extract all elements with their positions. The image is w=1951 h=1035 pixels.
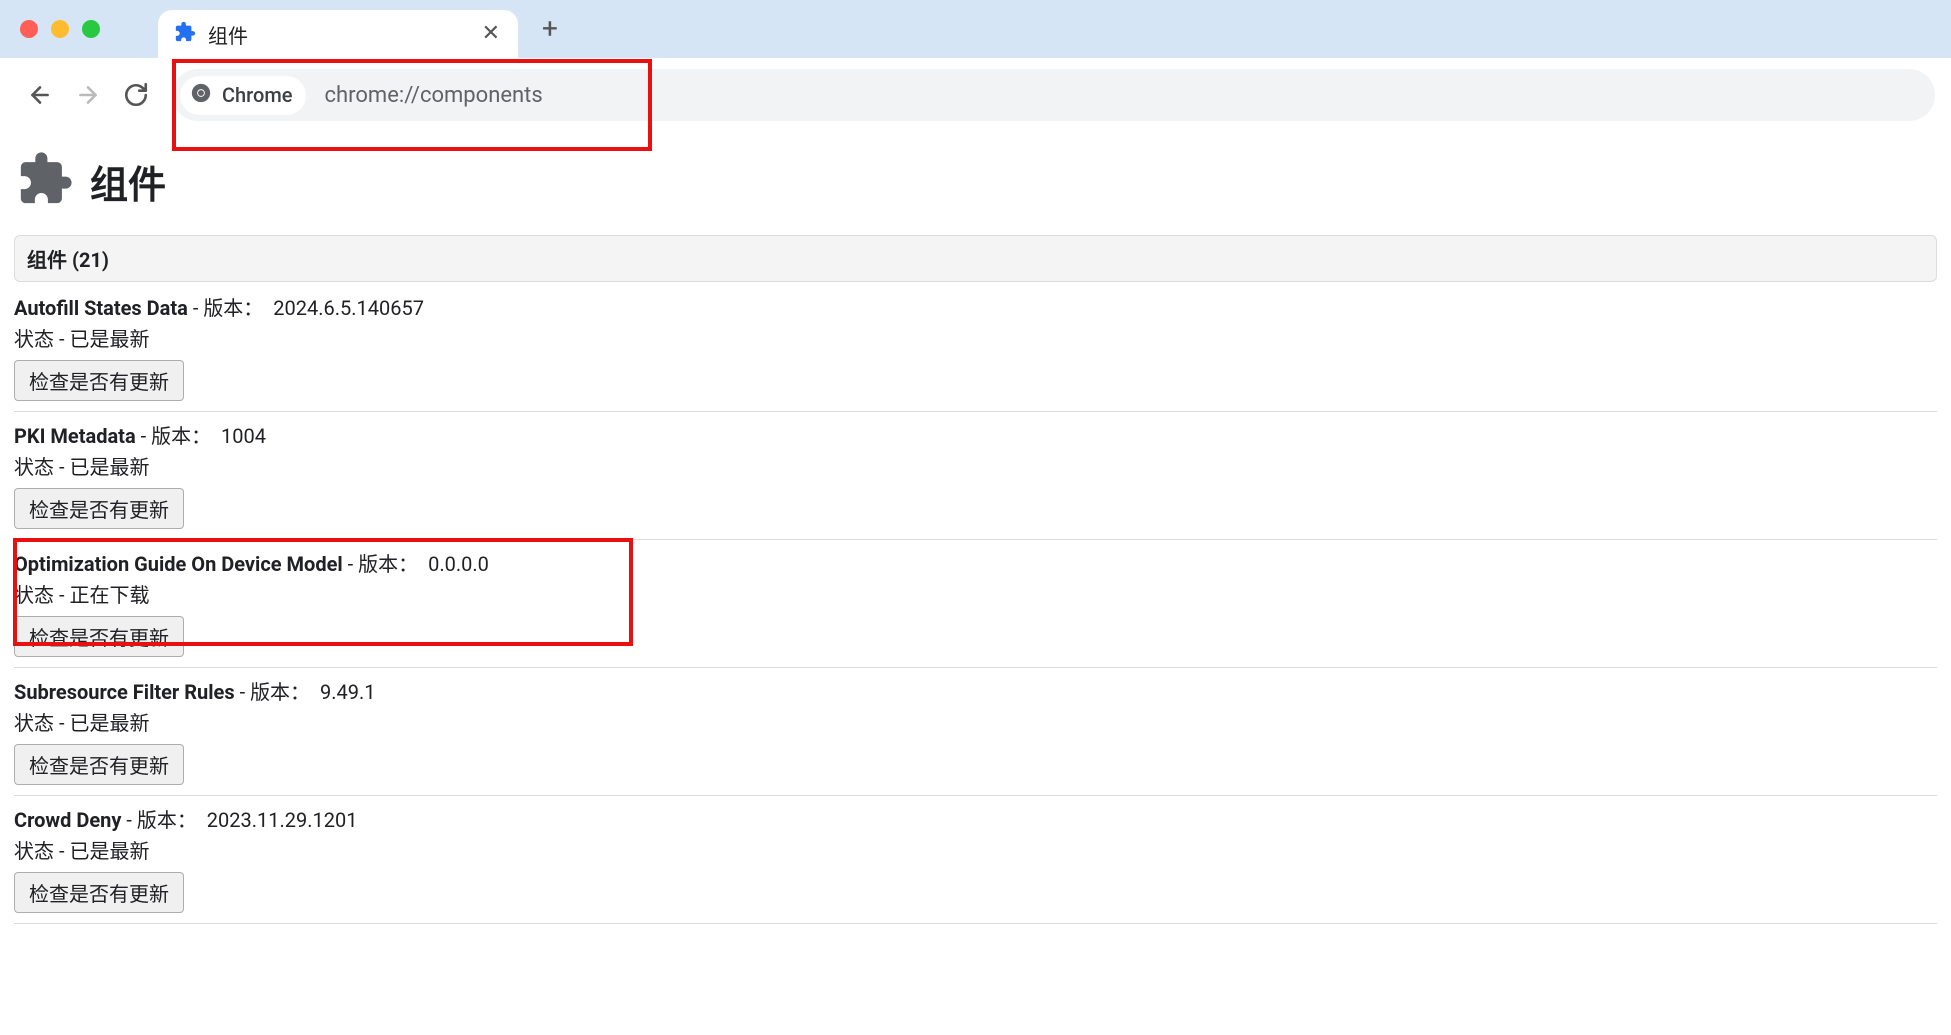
component-status-line: 状态 - 已是最新 <box>14 835 1937 864</box>
close-window-button[interactable] <box>20 20 38 38</box>
component-status: 已是最新 <box>69 455 149 479</box>
status-label: 状态 - <box>14 839 65 863</box>
forward-button[interactable] <box>64 71 112 119</box>
component-name: Autofill States Data <box>14 296 188 320</box>
component-title-line: PKI Metadata - 版本： 1004 <box>14 420 1937 449</box>
component-status: 正在下载 <box>69 583 149 607</box>
minimize-window-button[interactable] <box>51 20 69 38</box>
version-label: 版本： <box>203 296 263 320</box>
chrome-icon <box>190 82 212 109</box>
component-status-line: 状态 - 正在下载 <box>14 579 1937 608</box>
page-content: 组件 组件 (21) Autofill States Data - 版本： 20… <box>0 132 1951 924</box>
status-label: 状态 - <box>14 455 65 479</box>
component-version: 2023.11.29.1201 <box>207 808 358 832</box>
address-wrapper: Chrome chrome://components <box>172 69 1935 121</box>
components-list: 组件 (21) Autofill States Data - 版本： 2024.… <box>0 235 1951 924</box>
component-title-line: Autofill States Data - 版本： 2024.6.5.1406… <box>14 292 1937 321</box>
component-item: Optimization Guide On Device Model - 版本：… <box>14 540 1937 668</box>
toolbar: Chrome chrome://components <box>0 58 1951 132</box>
component-version: 9.49.1 <box>320 680 376 704</box>
component-name: Optimization Guide On Device Model <box>14 552 343 576</box>
status-label: 状态 - <box>14 711 65 735</box>
extension-icon <box>174 21 196 48</box>
component-version: 1004 <box>221 424 266 448</box>
check-update-button[interactable]: 检查是否有更新 <box>14 872 184 913</box>
page-title: 组件 <box>90 154 166 209</box>
component-item: Autofill States Data - 版本： 2024.6.5.1406… <box>14 284 1937 412</box>
new-tab-button[interactable]: + <box>542 15 558 43</box>
page-header: 组件 <box>0 132 1951 235</box>
component-status: 已是最新 <box>69 839 149 863</box>
component-status-line: 状态 - 已是最新 <box>14 451 1937 480</box>
component-name: Subresource Filter Rules <box>14 680 235 704</box>
check-update-button[interactable]: 检查是否有更新 <box>14 744 184 785</box>
component-status: 已是最新 <box>69 711 149 735</box>
status-label: 状态 - <box>14 327 65 351</box>
close-tab-button[interactable]: ✕ <box>482 23 500 45</box>
component-title-line: Subresource Filter Rules - 版本： 9.49.1 <box>14 676 1937 705</box>
list-header: 组件 (21) <box>14 235 1937 282</box>
component-title-line: Optimization Guide On Device Model - 版本：… <box>14 548 1937 577</box>
back-button[interactable] <box>16 71 64 119</box>
browser-tab[interactable]: 组件 ✕ <box>158 10 518 58</box>
component-item: PKI Metadata - 版本： 1004状态 - 已是最新检查是否有更新 <box>14 412 1937 540</box>
version-label: 版本： <box>137 808 197 832</box>
url-text: chrome://components <box>324 83 542 108</box>
tab-strip: 组件 ✕ + <box>0 0 1951 58</box>
component-status-line: 状态 - 已是最新 <box>14 323 1937 352</box>
version-label: 版本： <box>250 680 310 704</box>
component-name: PKI Metadata <box>14 424 136 448</box>
component-status-line: 状态 - 已是最新 <box>14 707 1937 736</box>
window-controls <box>20 20 100 38</box>
status-label: 状态 - <box>14 583 65 607</box>
extension-icon <box>16 150 74 213</box>
component-version: 2024.6.5.140657 <box>273 296 424 320</box>
version-label: 版本： <box>151 424 211 448</box>
check-update-button[interactable]: 检查是否有更新 <box>14 616 184 657</box>
component-title-line: Crowd Deny - 版本： 2023.11.29.1201 <box>14 804 1937 833</box>
component-status: 已是最新 <box>69 327 149 351</box>
component-item: Subresource Filter Rules - 版本： 9.49.1状态 … <box>14 668 1937 796</box>
tab-title: 组件 <box>208 20 470 49</box>
component-item: Crowd Deny - 版本： 2023.11.29.1201状态 - 已是最… <box>14 796 1937 924</box>
component-version: 0.0.0.0 <box>428 552 489 576</box>
component-name: Crowd Deny <box>14 808 121 832</box>
maximize-window-button[interactable] <box>82 20 100 38</box>
address-bar[interactable]: Chrome chrome://components <box>172 69 1935 121</box>
check-update-button[interactable]: 检查是否有更新 <box>14 488 184 529</box>
check-update-button[interactable]: 检查是否有更新 <box>14 360 184 401</box>
site-chip[interactable]: Chrome <box>180 76 306 115</box>
reload-button[interactable] <box>112 71 160 119</box>
version-label: 版本： <box>358 552 418 576</box>
site-chip-label: Chrome <box>222 83 292 107</box>
browser-chrome: 组件 ✕ + <box>0 0 1951 132</box>
